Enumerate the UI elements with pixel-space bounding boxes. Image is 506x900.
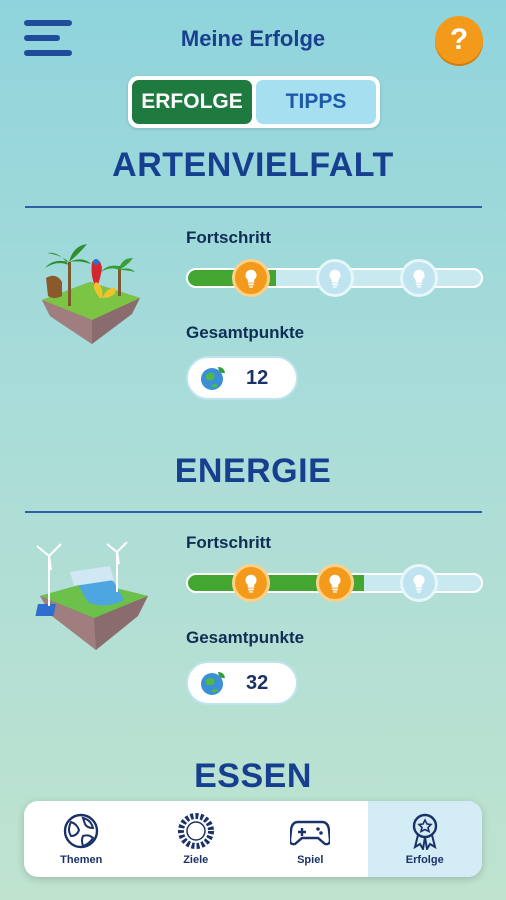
points-value: 12 <box>246 366 269 389</box>
page-title: Meine Erfolge <box>180 26 326 51</box>
lightbulb-milestone-icon <box>316 259 354 297</box>
progress-label: Fortschritt <box>186 533 271 552</box>
nav-label: Spiel <box>297 854 324 866</box>
nav-erfolge[interactable]: Erfolge <box>367 801 482 877</box>
gamepad-icon <box>290 820 331 846</box>
globe-icon <box>64 813 99 849</box>
section-divider <box>25 206 482 208</box>
nav-ziele[interactable]: Ziele <box>139 801 254 877</box>
section-divider <box>25 511 482 513</box>
energy-island-illustration <box>35 541 148 650</box>
lightbulb-milestone-icon <box>400 259 438 297</box>
section-title-essen: ESSEN <box>194 757 312 795</box>
total-points-label: Gesamtpunkte <box>186 323 305 342</box>
nav-label: Ziele <box>183 854 209 866</box>
points-badge: 32 <box>186 661 298 705</box>
progress-bar-energie <box>186 564 483 602</box>
goals-ring-icon <box>177 813 214 849</box>
section-title-artenvielfalt: ARTENVIELFALT <box>112 146 394 184</box>
tab-erfolge[interactable]: ERFOLGE <box>132 80 252 124</box>
tab-tipps[interactable]: TIPPS <box>256 80 376 124</box>
section-title-energie: ENERGIE <box>174 452 332 490</box>
nav-themen[interactable]: Themen <box>24 801 139 877</box>
progress-bar-artenvielfalt <box>186 259 483 297</box>
lightbulb-milestone-icon <box>232 259 270 297</box>
help-button[interactable]: ? <box>435 16 483 64</box>
earth-leaf-icon <box>201 672 225 695</box>
nav-label: Themen <box>60 854 103 866</box>
app-header: Meine Erfolge ? <box>0 0 506 78</box>
points-value: 32 <box>246 671 269 694</box>
lightbulb-milestone-icon <box>232 564 270 602</box>
nav-label: Erfolge <box>405 854 444 866</box>
points-badge: 12 <box>186 356 298 400</box>
tab-switcher: ERFOLGE TIPPS <box>128 76 380 128</box>
lightbulb-milestone-icon <box>316 564 354 602</box>
total-points-label: Gesamtpunkte <box>186 628 305 647</box>
lightbulb-milestone-icon <box>400 564 438 602</box>
bottom-navigation: Themen Ziele Spiel Erfolge <box>24 801 482 877</box>
nav-spiel[interactable]: Spiel <box>253 801 368 877</box>
biodiversity-island-illustration <box>42 244 140 344</box>
award-icon <box>412 813 437 850</box>
earth-leaf-icon <box>201 367 225 390</box>
progress-label: Fortschritt <box>186 228 271 247</box>
